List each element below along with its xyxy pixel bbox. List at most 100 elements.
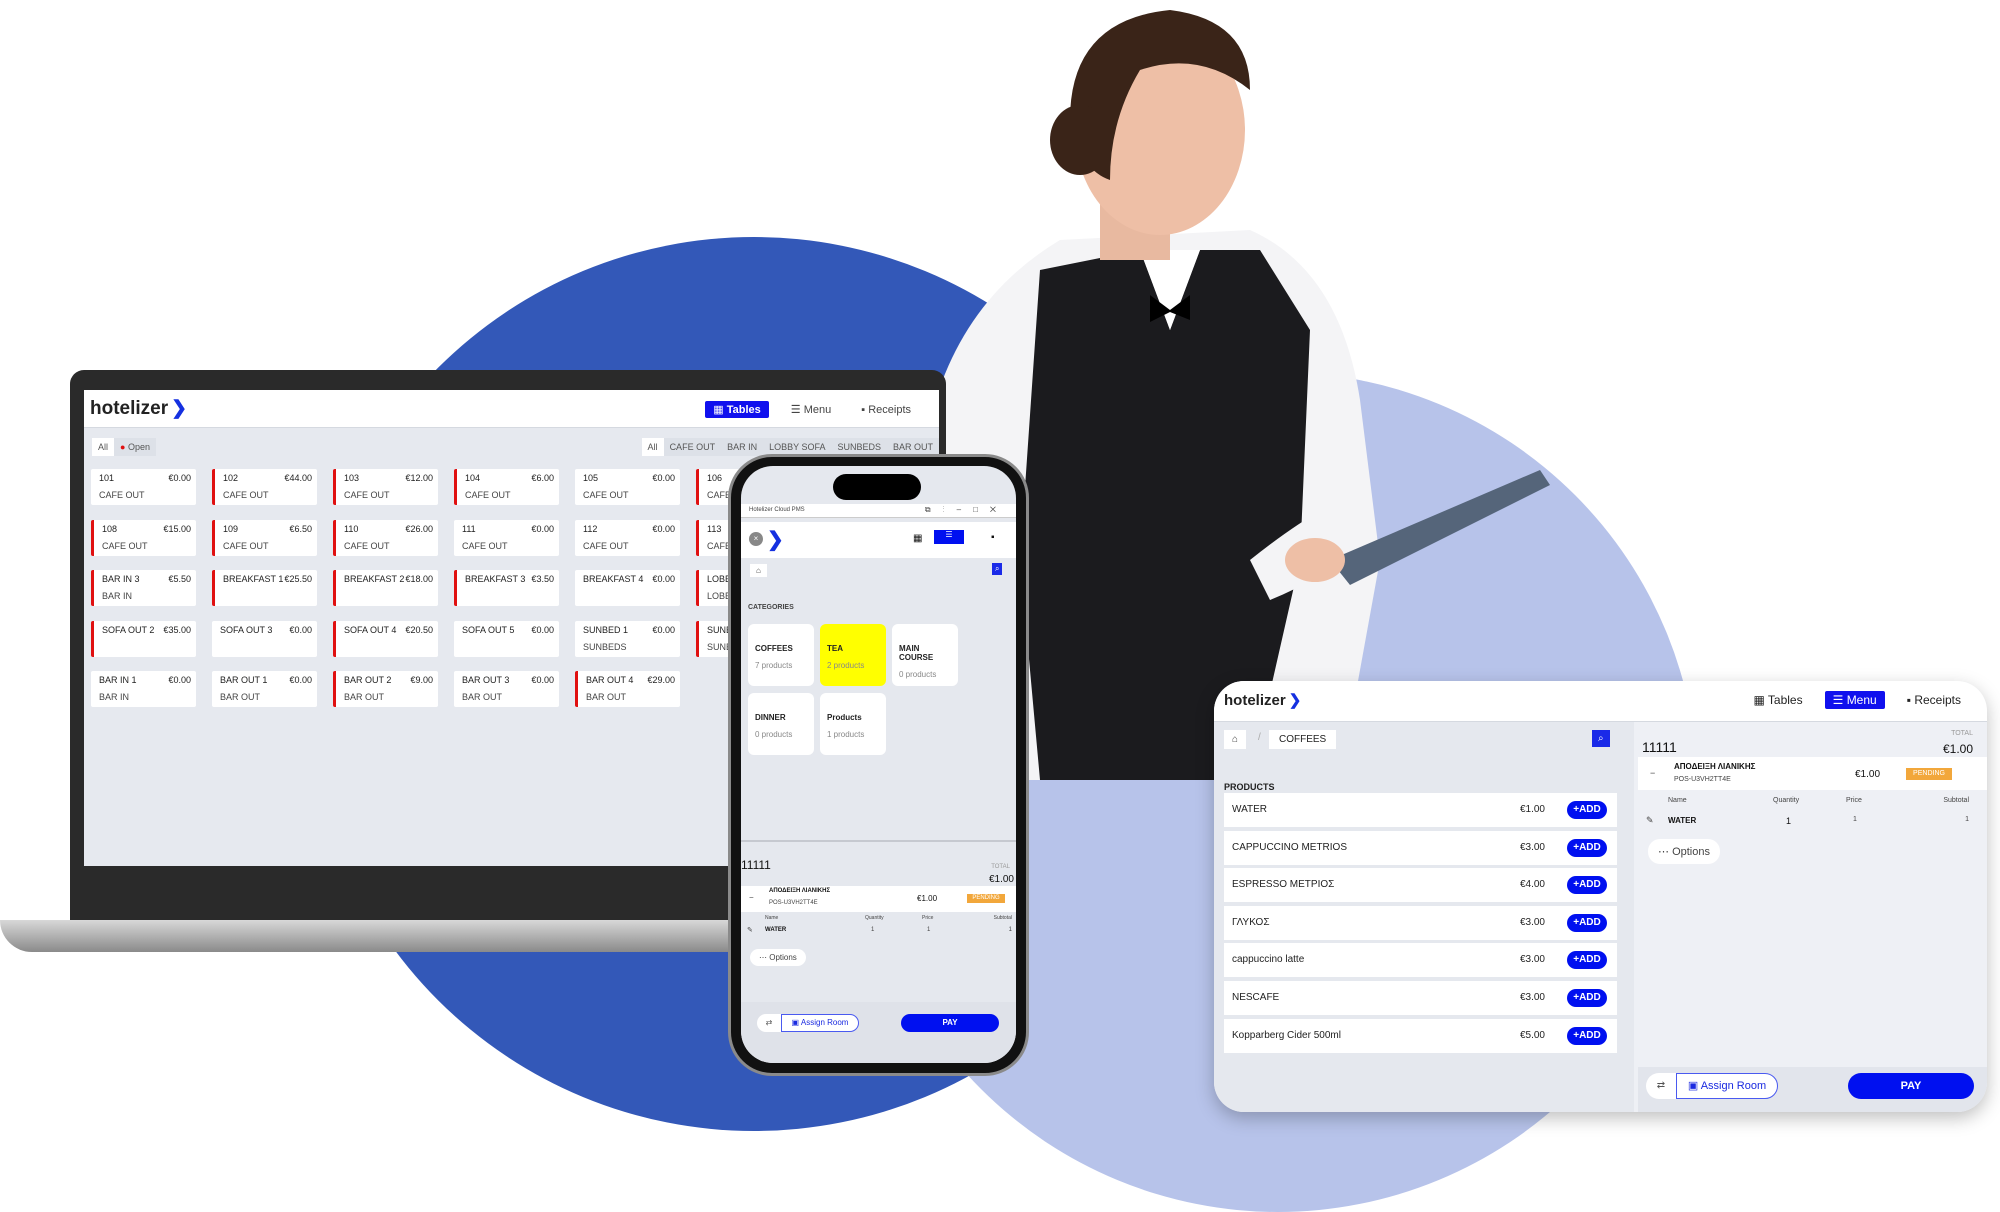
- table-tile[interactable]: BAR OUT 1 €0.00 BAR OUT: [212, 671, 317, 708]
- category-tile[interactable]: DINNER 0 products: [748, 693, 814, 755]
- home-icon[interactable]: ⌂: [1224, 730, 1247, 749]
- table-tile[interactable]: BAR OUT 3 €0.00 BAR OUT: [454, 671, 559, 708]
- nav-menu[interactable]: ☰ Menu: [1824, 691, 1885, 709]
- table-tile[interactable]: SOFA OUT 5 €0.00: [454, 620, 559, 657]
- options-label: Options: [1672, 846, 1710, 858]
- tables-icon[interactable]: ▦: [913, 533, 922, 544]
- hotelizer-logo: hotelizer ❯: [1224, 691, 1301, 710]
- assign-room-button[interactable]: ▣ Assign Room: [1676, 1073, 1778, 1099]
- item-qty: 1: [1786, 816, 1792, 826]
- table-tile[interactable]: 101 €0.00 CAFE OUT: [91, 469, 196, 505]
- edit-icon[interactable]: ✎: [747, 926, 753, 934]
- table-tile[interactable]: 112 €0.00 CAFE OUT: [575, 519, 680, 556]
- filter-all[interactable]: All: [641, 438, 664, 456]
- table-tile[interactable]: 110 €26.00 CAFE OUT: [333, 519, 438, 556]
- nav-receipts[interactable]: ▪ Receipts: [1899, 691, 1969, 709]
- pay-button[interactable]: PAY: [1848, 1073, 1974, 1099]
- table-tile[interactable]: 102 €44.00 CAFE OUT: [212, 469, 317, 505]
- add-button[interactable]: +ADD: [1567, 876, 1607, 895]
- window-controls[interactable]: ⧉⋮–□✕: [925, 505, 1008, 515]
- table-tile[interactable]: 111 €0.00 CAFE OUT: [454, 519, 559, 556]
- search-icon[interactable]: ⌕: [992, 563, 1003, 575]
- filter-all[interactable]: All: [92, 438, 115, 456]
- receipt-amount: €1.00: [917, 894, 938, 903]
- edit-icon[interactable]: ✎: [1646, 815, 1654, 826]
- table-tile[interactable]: BREAKFAST 3 €3.50: [454, 570, 559, 607]
- nav-tables[interactable]: ▦ Tables: [1745, 691, 1810, 709]
- table-name: BAR OUT 3: [462, 675, 510, 686]
- receipt-code: POS-U3VH2TT4E: [769, 900, 818, 906]
- collapse-icon[interactable]: −: [1650, 768, 1655, 778]
- pay-button[interactable]: PAY: [901, 1014, 999, 1032]
- receipt-row[interactable]: − ΑΠΟΔΕΙΞΗ ΛΙΑΝΙΚΗΣ POS-U3VH2TT4E €1.00 …: [1638, 757, 1987, 790]
- product-row[interactable]: cappuccino latte €3.00 +ADD: [1224, 943, 1617, 978]
- product-row[interactable]: Kopparberg Cider 500ml €5.00 +ADD: [1224, 1018, 1617, 1053]
- receipt-row[interactable]: − ΑΠΟΔΕΙΞΗ ΛΙΑΝΙΚΗΣ POS-U3VH2TT4E €1.00 …: [741, 886, 1016, 912]
- categories-label: CATEGORIES: [748, 604, 794, 611]
- status-filter: All ● Open: [92, 438, 156, 456]
- category-tile[interactable]: MAIN COURSE 0 products: [892, 624, 958, 686]
- table-area: CAFE OUT: [99, 490, 145, 500]
- table-tile[interactable]: 104 €6.00 CAFE OUT: [454, 469, 559, 505]
- table-tile[interactable]: 105 €0.00 CAFE OUT: [575, 469, 680, 505]
- table-tile[interactable]: BAR OUT 2 €9.00 BAR OUT: [333, 671, 438, 708]
- category-tile[interactable]: TEA 2 products: [820, 624, 886, 686]
- assign-room-button[interactable]: ▣ Assign Room: [781, 1014, 859, 1032]
- table-tile[interactable]: 109 €6.50 CAFE OUT: [212, 519, 317, 556]
- home-icon[interactable]: ⌂: [750, 564, 767, 577]
- menu-icon[interactable]: ☰: [934, 530, 964, 544]
- search-icon[interactable]: ⌕: [1592, 730, 1610, 747]
- table-tile[interactable]: SOFA OUT 2 €35.00: [91, 620, 196, 657]
- add-button[interactable]: +ADD: [1567, 838, 1607, 857]
- add-button[interactable]: +ADD: [1567, 989, 1607, 1007]
- table-tile[interactable]: BAR IN 3 €5.50 BAR IN: [91, 570, 196, 607]
- product-row[interactable]: CAPPUCCINO METRIOS €3.00 +ADD: [1224, 830, 1617, 865]
- table-tile[interactable]: SOFA OUT 3 €0.00: [212, 620, 317, 657]
- table-tile[interactable]: BREAKFAST 4 €0.00: [575, 570, 680, 607]
- filter-open[interactable]: ● Open: [114, 438, 156, 456]
- nav-receipts[interactable]: ▪ Receipts: [853, 402, 919, 418]
- table-tile[interactable]: 108 €15.00 CAFE OUT: [91, 519, 196, 556]
- table-tile[interactable]: BAR OUT 4 €29.00 BAR OUT: [575, 671, 680, 708]
- add-button[interactable]: +ADD: [1567, 801, 1607, 819]
- nav-tables[interactable]: ▦ Tables: [705, 401, 769, 418]
- category-tile[interactable]: Products 1 products: [820, 693, 886, 755]
- close-icon[interactable]: ×: [749, 532, 763, 546]
- table-tile[interactable]: 103 €12.00 CAFE OUT: [333, 469, 438, 505]
- options-button[interactable]: ⋯ Options: [1648, 839, 1720, 864]
- breadcrumb-coffees[interactable]: COFFEES: [1269, 730, 1337, 749]
- category-tile[interactable]: COFFEES 7 products: [748, 624, 814, 686]
- product-name: CAPPUCCINO METRIOS: [1232, 841, 1348, 853]
- swap-icon[interactable]: ⇄: [757, 1014, 781, 1032]
- table-tile[interactable]: SUNBED 1 €0.00 SUNBEDS: [575, 620, 680, 657]
- col-name: Name: [765, 915, 779, 921]
- options-button[interactable]: ⋯ Options: [750, 949, 806, 966]
- table-tile[interactable]: SOFA OUT 4 €20.50: [333, 620, 438, 657]
- table-tile[interactable]: BAR IN 1 €0.00 BAR IN: [91, 671, 196, 708]
- add-button[interactable]: +ADD: [1567, 913, 1607, 932]
- swap-icon[interactable]: ⇄: [1646, 1073, 1676, 1099]
- product-row[interactable]: WATER €1.00 +ADD: [1224, 793, 1617, 827]
- table-tile[interactable]: BREAKFAST 2 €18.00: [333, 570, 438, 607]
- add-button[interactable]: +ADD: [1567, 1026, 1607, 1045]
- product-row[interactable]: ESPRESSO ΜΕΤΡΙΟΣ €4.00 +ADD: [1224, 868, 1617, 903]
- table-tile[interactable]: BREAKFAST 1 €25.50: [212, 570, 317, 607]
- table-area: BAR OUT: [344, 692, 385, 703]
- product-row[interactable]: ΓΛΥΚΟΣ €3.00 +ADD: [1224, 905, 1617, 940]
- table-name: SOFA OUT 2: [102, 624, 155, 635]
- category-count: 0 products: [899, 670, 937, 679]
- nav-menu[interactable]: ☰ Menu: [783, 401, 839, 418]
- add-button[interactable]: +ADD: [1567, 951, 1607, 970]
- table-amount: €6.00: [531, 473, 554, 483]
- collapse-icon[interactable]: −: [749, 893, 754, 902]
- receipts-icon[interactable]: ▪: [991, 532, 995, 543]
- table-area: CAFE OUT: [223, 540, 269, 551]
- table-amount: €0.00: [652, 574, 675, 585]
- col-quantity: Quantity: [865, 915, 884, 921]
- table-name: BAR OUT 1: [220, 675, 268, 686]
- filter-cafe-out[interactable]: CAFE OUT: [664, 438, 722, 456]
- product-name: Kopparberg Cider 500ml: [1232, 1029, 1341, 1041]
- category-name: COFFEES: [755, 644, 793, 653]
- filter-bar-in[interactable]: BAR IN: [721, 438, 763, 456]
- product-row[interactable]: NESCAFE €3.00 +ADD: [1224, 981, 1617, 1015]
